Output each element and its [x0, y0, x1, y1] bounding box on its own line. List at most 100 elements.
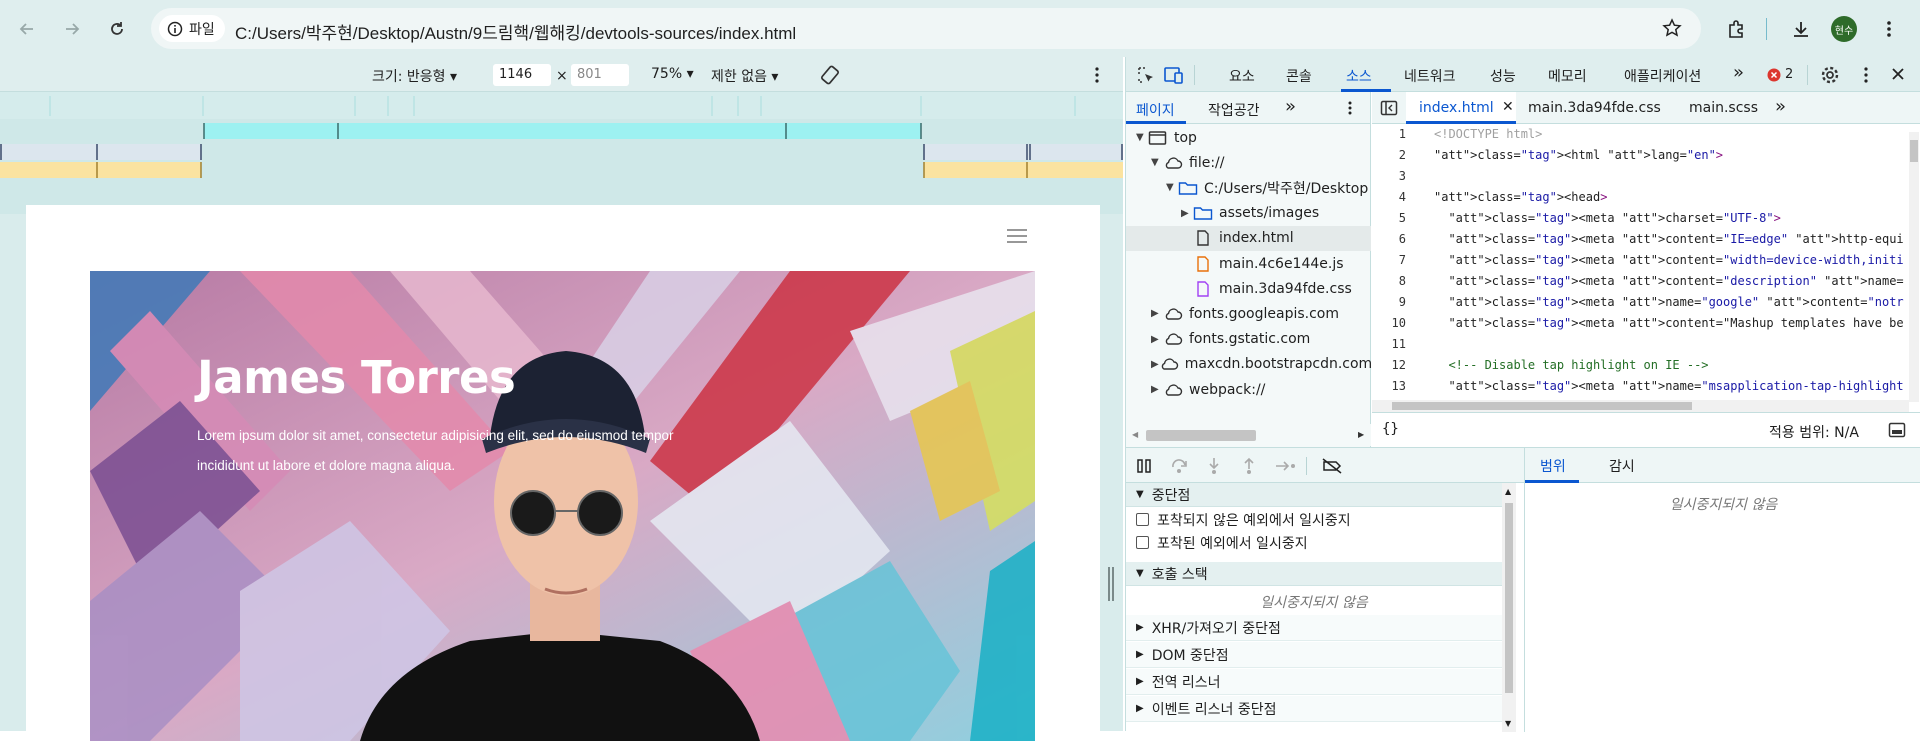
file-tree-item[interactable]: ▶ maxcdn.bootstrapcdn.com	[1126, 352, 1372, 377]
dimensions-dropdown[interactable]: 크기: 반응형 ▾	[372, 66, 457, 86]
tab-memory[interactable]: 메모리	[1548, 66, 1587, 86]
event-listener-breakpoints-section[interactable]: ▶ 이벤트 리스너 중단점	[1126, 696, 1502, 722]
pretty-print-button[interactable]: {}	[1382, 421, 1399, 437]
editor-vscrollbar[interactable]	[1909, 132, 1919, 402]
url-text[interactable]: C:/Users/박주현/Desktop/Austn/9드림핵/웹해킹/devt…	[235, 19, 796, 44]
pause-uncaught-checkbox[interactable]	[1136, 513, 1149, 526]
file-tree-item[interactable]: ▼ top	[1126, 125, 1371, 150]
inspect-element-button[interactable]	[1136, 65, 1156, 89]
toggle-navigator-button[interactable]	[1380, 100, 1398, 120]
tab-workspace[interactable]: 작업공간	[1208, 100, 1260, 120]
expand-arrow-icon[interactable]: ▼	[1136, 132, 1148, 143]
editor-tab-main-scss[interactable]: main.scss	[1689, 100, 1758, 116]
expand-arrow-icon[interactable]: ▶	[1151, 384, 1163, 395]
viewport-resize-handle[interactable]	[1108, 567, 1114, 601]
tab-elements[interactable]: 요소	[1229, 66, 1255, 86]
editor-hscrollbar[interactable]	[1372, 400, 1909, 412]
settings-button[interactable]	[1820, 65, 1840, 89]
device-toolbar-toggle[interactable]	[1163, 65, 1185, 89]
code-line[interactable]: "att">class="tag"><meta "att">content="w…	[1434, 250, 1904, 271]
reload-button[interactable]	[102, 14, 132, 44]
line-number[interactable]: 5	[1372, 208, 1424, 229]
file-tree-item[interactable]: ▼ file://	[1126, 150, 1371, 175]
navigator-menu-button[interactable]	[1347, 100, 1353, 120]
toggle-debugger-sidebar[interactable]	[1888, 422, 1906, 442]
tab-performance[interactable]: 성능	[1490, 66, 1516, 86]
tab-sources[interactable]: 소스	[1346, 66, 1372, 86]
zoom-dropdown[interactable]: 75% ▾	[651, 66, 694, 82]
line-number[interactable]: 8	[1372, 271, 1424, 292]
global-listeners-section[interactable]: ▶ 전역 리스너	[1126, 669, 1502, 695]
tab-console[interactable]: 콘솔	[1286, 66, 1312, 86]
pause-button[interactable]	[1136, 457, 1156, 475]
code-line[interactable]: "att">class="tag"><head>	[1434, 187, 1904, 208]
pause-uncaught-option[interactable]: 포착되지 않은 예외에서 일시중지	[1126, 508, 1502, 531]
rotate-button[interactable]	[818, 63, 842, 91]
line-number[interactable]: 11	[1372, 334, 1424, 355]
file-tree-item[interactable]: ▶ fonts.googleapis.com	[1126, 301, 1371, 326]
pause-caught-option[interactable]: 포착된 예외에서 일시중지	[1126, 531, 1502, 554]
callstack-section-header[interactable]: ▼ 호출 스택	[1126, 562, 1502, 586]
line-number[interactable]: 10	[1372, 313, 1424, 334]
step-button[interactable]	[1275, 457, 1295, 475]
code-line[interactable]: "att">class="tag"><meta "att">content="M…	[1434, 313, 1904, 334]
file-tree-item[interactable]: ▶ webpack://	[1126, 377, 1371, 402]
code-line[interactable]: "att">class="tag"><html "att">lang="en">	[1434, 145, 1904, 166]
line-number[interactable]: 1	[1372, 124, 1424, 145]
close-devtools-button[interactable]	[1891, 67, 1905, 85]
file-tree-item[interactable]: ▶ fonts.gstatic.com	[1126, 327, 1371, 352]
step-over-button[interactable]	[1170, 457, 1190, 475]
browser-menu-button[interactable]	[1874, 14, 1904, 44]
code-line[interactable]	[1434, 334, 1904, 355]
deactivate-breakpoints-button[interactable]	[1321, 457, 1342, 475]
expand-arrow-icon[interactable]: ▶	[1151, 308, 1163, 319]
line-number[interactable]: 2	[1372, 145, 1424, 166]
viewport-width-input[interactable]: 1146	[493, 64, 551, 86]
code-line[interactable]: "att">class="tag"><meta "att">name="goog…	[1434, 292, 1904, 313]
line-number[interactable]: 13	[1372, 376, 1424, 397]
expand-arrow-icon[interactable]: ▶	[1181, 208, 1193, 219]
expand-arrow-icon[interactable]: ▶	[1151, 359, 1159, 370]
tab-application[interactable]: 애플리케이션	[1624, 66, 1701, 86]
editor-tab-index-html[interactable]: index.html ✕	[1406, 92, 1516, 124]
device-toolbar-more-button[interactable]	[1094, 66, 1100, 88]
code-line[interactable]: "att">class="tag"><meta "att">content="I…	[1434, 229, 1904, 250]
expand-arrow-icon[interactable]: ▶	[1151, 334, 1163, 345]
file-tree-item[interactable]: ▼ C:/Users/박주현/Desktop	[1126, 175, 1371, 200]
more-editor-tabs[interactable]: »	[1775, 96, 1786, 117]
file-tree-item[interactable]: main.4c6e144e.js	[1126, 251, 1371, 276]
code-line[interactable]	[1434, 166, 1904, 187]
tab-watch[interactable]: 감시	[1609, 456, 1635, 476]
expand-arrow-icon[interactable]: ▼	[1151, 157, 1163, 168]
profile-avatar[interactable]: 현수	[1831, 16, 1857, 42]
page-hamburger-button[interactable]	[1006, 228, 1028, 244]
line-number[interactable]: 9	[1372, 292, 1424, 313]
step-into-button[interactable]	[1205, 457, 1225, 475]
line-number[interactable]: 12	[1372, 355, 1424, 376]
code-line[interactable]: "att">class="tag"><meta "att">name="msap…	[1434, 376, 1904, 397]
devtools-menu-button[interactable]	[1863, 66, 1869, 88]
code-line[interactable]: "att">class="tag"><meta "att">content="d…	[1434, 271, 1904, 292]
navigator-hscrollbar[interactable]: ◀ ▶	[1126, 424, 1371, 446]
downloads-button[interactable]	[1786, 14, 1816, 44]
close-tab-icon[interactable]: ✕	[1502, 99, 1514, 115]
line-number[interactable]: 6	[1372, 229, 1424, 250]
media-query-bars[interactable]	[0, 92, 1123, 214]
file-tree-item[interactable]: index.html	[1126, 225, 1371, 251]
step-out-button[interactable]	[1240, 457, 1260, 475]
code-content[interactable]: <!DOCTYPE html> "att">class="tag"><html "…	[1434, 124, 1904, 404]
back-button[interactable]	[12, 14, 42, 44]
xhr-breakpoints-section[interactable]: ▶ XHR/가져오기 중단점	[1126, 615, 1502, 641]
editor-tab-main-css[interactable]: main.3da94fde.css	[1528, 100, 1661, 116]
forward-button[interactable]	[57, 14, 87, 44]
dom-breakpoints-section[interactable]: ▶ DOM 중단점	[1126, 642, 1502, 668]
tab-page[interactable]: 페이지	[1136, 100, 1175, 120]
extensions-button[interactable]	[1721, 14, 1751, 44]
breakpoints-section-header[interactable]: ▼ 중단점	[1126, 483, 1502, 507]
tab-scope[interactable]: 범위	[1540, 456, 1566, 476]
debugger-vscrollbar[interactable]: ▲ ▼	[1502, 483, 1516, 732]
tab-network[interactable]: 네트워크	[1404, 66, 1456, 86]
error-counter[interactable]: 2	[1767, 67, 1793, 82]
code-line[interactable]: "att">class="tag"><meta "att">charset="U…	[1434, 208, 1904, 229]
more-navigator-tabs[interactable]: »	[1285, 96, 1296, 117]
